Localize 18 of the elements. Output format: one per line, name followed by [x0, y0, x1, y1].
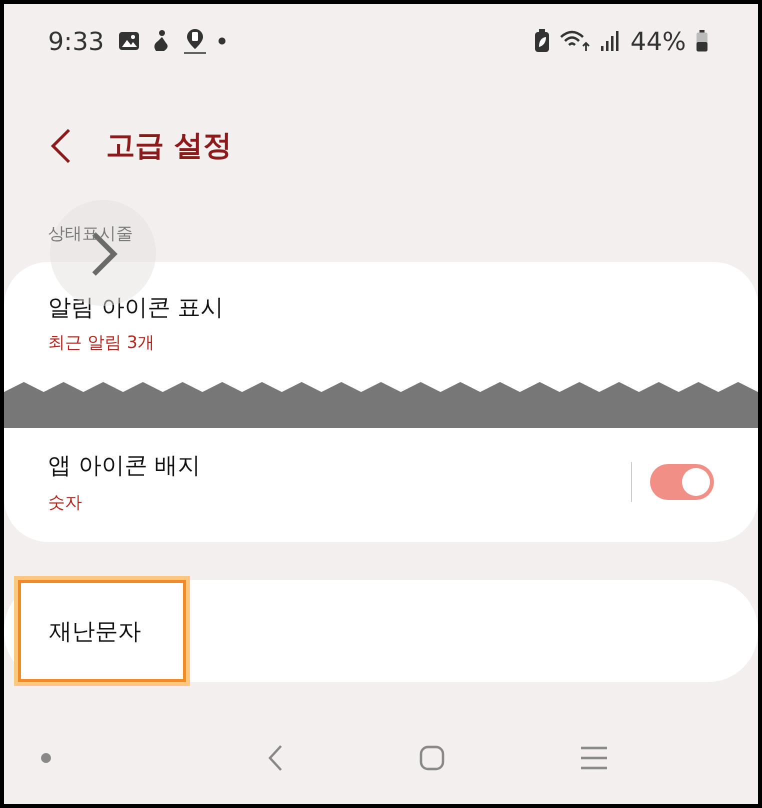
dot-icon — [40, 752, 52, 764]
settings-item[interactable]: 앱 아이콘 배지 숫자 — [4, 438, 758, 542]
section-label: 상태표시줄 — [48, 223, 133, 245]
back-icon[interactable] — [50, 128, 72, 164]
toggle-switch[interactable] — [650, 464, 714, 500]
menu-icon[interactable] — [580, 746, 608, 770]
signal-icon — [600, 30, 620, 52]
clock-time: 9:33 — [48, 26, 104, 56]
dot-icon — [218, 37, 226, 45]
home-icon[interactable] — [418, 745, 445, 771]
page-title: 고급 설정 — [106, 127, 232, 164]
battery-icon — [696, 30, 708, 52]
location-pin-icon — [182, 27, 208, 55]
settings-item[interactable]: 알림 아이콘 표시 최근 알림 3개 — [4, 262, 758, 382]
image-icon — [118, 30, 140, 52]
battery-percent: 44% — [630, 26, 686, 56]
wifi-icon — [560, 29, 590, 53]
battery-leaf-icon — [534, 29, 550, 53]
